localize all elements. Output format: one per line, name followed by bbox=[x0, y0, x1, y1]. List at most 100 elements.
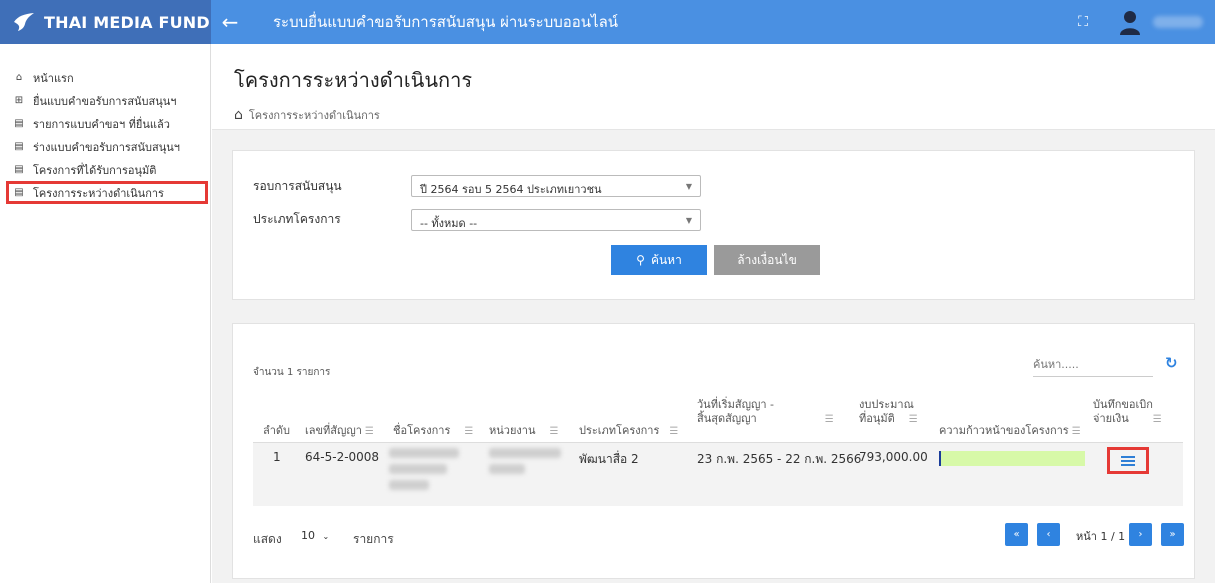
sidebar-item-label: รายการแบบคำขอฯ ที่ยื่นแล้ว bbox=[33, 117, 170, 131]
header-contract-period-line1: วันที่เริ่มสัญญา - bbox=[697, 398, 774, 411]
cell-contract-no: 64-5-2-0008 bbox=[305, 450, 380, 464]
sidebar-item-submit-request[interactable]: ⊞ ยื่นแบบคำขอรับการสนับสนุนฯ bbox=[0, 89, 210, 112]
header-project-type-label: ประเภทโครงการ bbox=[579, 424, 660, 437]
header-budget[interactable]: งบประมาณ ที่อนุมัติ ☰ bbox=[859, 398, 918, 427]
sidebar-item-submitted-requests[interactable]: ▤ รายการแบบคำขอฯ ที่ยื่นแล้ว bbox=[0, 112, 210, 135]
type-select-value: -- ทั้งหมด -- bbox=[420, 217, 478, 230]
header-order-label: ลำดับ bbox=[263, 424, 291, 437]
sort-icon: ☰ bbox=[549, 426, 559, 437]
sort-icon: ☰ bbox=[669, 426, 679, 437]
arrow-left-icon[interactable]: ← bbox=[213, 10, 247, 34]
fullscreen-icon[interactable]: ⛶ bbox=[1071, 14, 1095, 30]
header-budget-line2: ที่อนุมัติ bbox=[859, 412, 895, 425]
round-label: รอบการสนับสนุน bbox=[253, 179, 342, 193]
search-button[interactable]: ⚲ ค้นหา bbox=[611, 245, 707, 275]
main-content: โครงการระหว่างดำเนินการ ⌂ โครงการระหว่าง… bbox=[212, 44, 1215, 583]
page-size-select[interactable]: 10 ⌄ bbox=[293, 524, 343, 548]
next-page-button[interactable]: › bbox=[1129, 523, 1152, 546]
header-project-type[interactable]: ประเภทโครงการ ☰ bbox=[579, 424, 678, 439]
page-size-label: แสดง bbox=[253, 532, 282, 546]
clear-button-label: ล้างเงื่อนไข bbox=[737, 252, 797, 267]
page-info: หน้า 1 / 1 bbox=[1076, 530, 1126, 543]
page-title: โครงการระหว่างดำเนินการ bbox=[234, 68, 473, 92]
last-page-button[interactable]: » bbox=[1161, 523, 1184, 546]
home-icon: ⌂ bbox=[15, 72, 23, 83]
first-page-button[interactable]: « bbox=[1005, 523, 1028, 546]
header-contract-period-line2: สิ้นสุดสัญญา bbox=[697, 412, 757, 425]
cell-project-name-blurred bbox=[389, 448, 459, 458]
sort-icon: ☰ bbox=[908, 414, 918, 425]
search-button-label: ค้นหา bbox=[650, 252, 682, 267]
header-project-name[interactable]: ชื่อโครงการ ☰ bbox=[393, 424, 473, 439]
progress-bar bbox=[939, 451, 1085, 466]
page-size-unit: รายการ bbox=[353, 532, 394, 546]
header-order[interactable]: ลำดับ bbox=[263, 424, 290, 438]
book-icon: ▤ bbox=[14, 187, 24, 198]
sidebar-item-label: ยื่นแบบคำขอรับการสนับสนุนฯ bbox=[33, 94, 177, 108]
table-search-input[interactable] bbox=[1033, 353, 1153, 377]
book-icon: ▤ bbox=[14, 118, 24, 129]
sidebar-item-approved-projects[interactable]: ▤ โครงการที่ได้รับการอนุมัติ bbox=[0, 158, 210, 181]
header-contract-no-label: เลขที่สัญญา bbox=[305, 424, 362, 437]
type-select[interactable]: -- ทั้งหมด -- ▼ bbox=[411, 209, 701, 231]
cell-agency-blurred bbox=[489, 464, 525, 474]
payment-request-button[interactable] bbox=[1107, 447, 1149, 474]
header-project-name-label: ชื่อโครงการ bbox=[393, 424, 451, 437]
top-bar: THAI MEDIA FUND ← ระบบยื่นแบบคำขอรับการส… bbox=[0, 0, 1215, 44]
sort-icon: ☰ bbox=[1071, 426, 1081, 437]
page-size-value: 10 bbox=[301, 529, 315, 542]
header-payment-request[interactable]: บันทึกขอเบิก จ่ายเงิน ☰ bbox=[1093, 398, 1162, 427]
page-header: โครงการระหว่างดำเนินการ ⌂ โครงการระหว่าง… bbox=[212, 44, 1215, 130]
sidebar-item-ongoing-projects[interactable]: ▤ โครงการระหว่างดำเนินการ bbox=[6, 181, 208, 204]
sort-icon: ☰ bbox=[464, 426, 474, 437]
header-payment-line1: บันทึกขอเบิก bbox=[1093, 398, 1153, 411]
document-list-icon bbox=[1121, 455, 1135, 466]
cell-agency-blurred bbox=[489, 448, 561, 458]
sidebar: ⌂ หน้าแรก ⊞ ยื่นแบบคำขอรับการสนับสนุนฯ ▤… bbox=[0, 44, 211, 583]
round-select[interactable]: ปี 2564 รอบ 5 2564 ประเภทเยาวชน ▼ bbox=[411, 175, 701, 197]
sidebar-item-draft-requests[interactable]: ▤ ร่างแบบคำขอรับการสนับสนุนฯ bbox=[0, 135, 210, 158]
clear-filter-button[interactable]: ล้างเงื่อนไข bbox=[714, 245, 820, 275]
home-icon[interactable]: ⌂ bbox=[234, 107, 243, 123]
header-agency-label: หน่วยงาน bbox=[489, 424, 536, 437]
chevron-down-icon: ▼ bbox=[685, 216, 692, 225]
sort-icon: ☰ bbox=[364, 426, 374, 437]
brand[interactable]: THAI MEDIA FUND bbox=[0, 0, 211, 44]
plus-square-icon: ⊞ bbox=[14, 95, 24, 106]
header-progress-label: ความก้าวหน้าของโครงการ bbox=[939, 424, 1069, 437]
sidebar-item-home[interactable]: ⌂ หน้าแรก bbox=[0, 66, 210, 89]
results-card: จำนวน 1 รายการ ↻ ลำดับ เลขที่สัญญา☰ ชื่อ… bbox=[232, 323, 1195, 579]
breadcrumb: ⌂ โครงการระหว่างดำเนินการ bbox=[234, 106, 1215, 124]
breadcrumb-current: โครงการระหว่างดำเนินการ bbox=[248, 109, 380, 122]
chevron-double-left-icon: « bbox=[1013, 529, 1020, 540]
chevron-double-right-icon: » bbox=[1169, 529, 1176, 540]
chevron-down-icon: ⌄ bbox=[322, 532, 330, 541]
sidebar-item-label: โครงการระหว่างดำเนินการ bbox=[33, 186, 164, 200]
book-icon: ▤ bbox=[14, 164, 24, 175]
brand-name: THAI MEDIA FUND bbox=[44, 12, 210, 32]
search-icon: ⚲ bbox=[636, 253, 645, 267]
result-count: จำนวน 1 รายการ bbox=[253, 367, 331, 378]
sort-icon: ☰ bbox=[824, 414, 834, 425]
cell-order: 1 bbox=[273, 450, 281, 464]
refresh-icon[interactable]: ↻ bbox=[1165, 354, 1178, 372]
cell-project-name-blurred bbox=[389, 464, 447, 474]
sidebar-item-label: หน้าแรก bbox=[33, 71, 74, 85]
sidebar-item-label: ร่างแบบคำขอรับการสนับสนุนฯ bbox=[33, 140, 180, 154]
round-select-value: ปี 2564 รอบ 5 2564 ประเภทเยาวชน bbox=[420, 183, 602, 196]
header-progress[interactable]: ความก้าวหน้าของโครงการ ☰ bbox=[939, 424, 1081, 439]
sidebar-item-label: โครงการที่ได้รับการอนุมัติ bbox=[33, 163, 157, 177]
user-avatar-icon[interactable] bbox=[1117, 9, 1143, 35]
cell-project-name-blurred bbox=[389, 480, 429, 490]
header-budget-line1: งบประมาณ bbox=[859, 398, 914, 411]
prev-page-button[interactable]: ‹ bbox=[1037, 523, 1060, 546]
cell-contract-period: 23 ก.พ. 2565 - 22 ก.พ. 2566 bbox=[697, 452, 862, 466]
header-agency[interactable]: หน่วยงาน ☰ bbox=[489, 424, 558, 439]
sort-icon: ☰ bbox=[1152, 414, 1162, 425]
type-label: ประเภทโครงการ bbox=[253, 212, 341, 226]
header-contract-no[interactable]: เลขที่สัญญา ☰ bbox=[305, 424, 374, 439]
username-blurred[interactable] bbox=[1153, 16, 1203, 28]
header-payment-line2: จ่ายเงิน bbox=[1093, 412, 1129, 425]
search-card: รอบการสนับสนุน ปี 2564 รอบ 5 2564 ประเภท… bbox=[232, 150, 1195, 300]
header-contract-period[interactable]: วันที่เริ่มสัญญา - สิ้นสุดสัญญา ☰ bbox=[697, 398, 834, 427]
